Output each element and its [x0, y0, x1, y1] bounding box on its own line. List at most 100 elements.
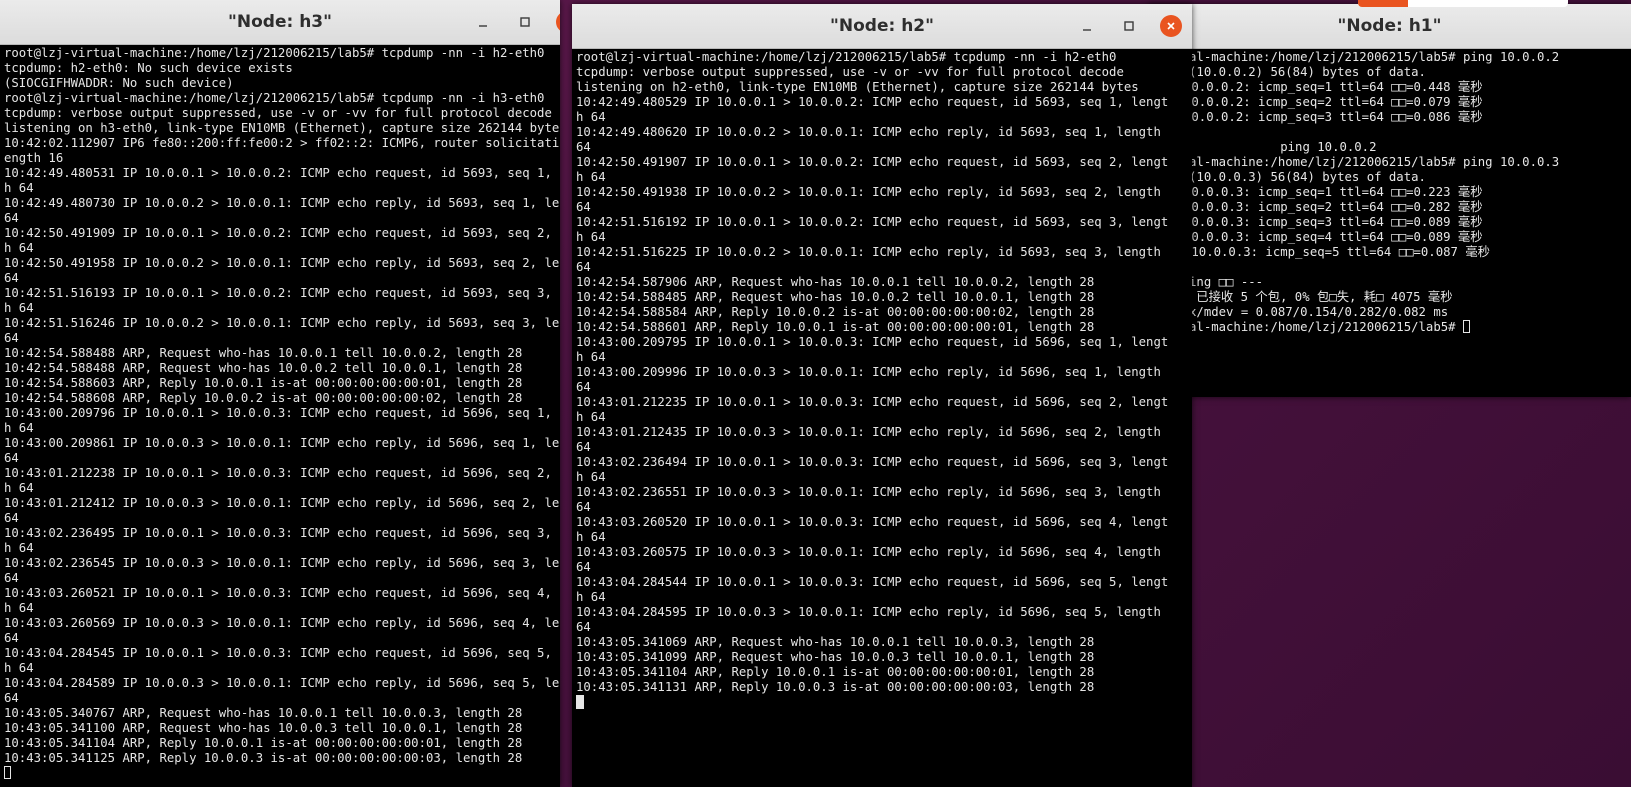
- terminal-line: .0.3 (10.0.0.3) 56(84) bytes of data.: [1152, 170, 1426, 184]
- terminal-line: root@lzj-virtual-machine:/home/lzj/21200…: [4, 46, 545, 60]
- titlebar-h2[interactable]: "Node: h2": [572, 4, 1192, 49]
- terminal-line: virtual-machine:/home/lzj/212006215/lab5…: [1152, 155, 1560, 169]
- terminal-line: 10:43:04.284544 IP 10.0.0.1 > 10.0.0.3: …: [576, 575, 1169, 589]
- terminal-line: 来自 10.0.0.2: icmp_seq=3 ttl=64 □□=0.086 …: [1152, 110, 1483, 124]
- maximize-icon: [1124, 21, 1134, 31]
- terminal-output-h3[interactable]: root@lzj-virtual-machine:/home/lzj/21200…: [4, 46, 560, 787]
- terminal-line: h 64: [576, 230, 606, 244]
- terminal-line: 64: [4, 331, 19, 345]
- terminal-window-h1[interactable]: "Node: h1" virtual-machine:/home/lzj/212…: [1148, 4, 1631, 397]
- terminal-line: 10:42:49.480730 IP 10.0.0.2 > 10.0.0.1: …: [4, 196, 560, 210]
- terminal-line: 10:43:03.260569 IP 10.0.0.3 > 10.0.0.1: …: [4, 616, 560, 630]
- terminal-line: 64: [576, 380, 591, 394]
- terminal-line: 10:43:04.284545 IP 10.0.0.1 > 10.0.0.3: …: [4, 646, 560, 660]
- terminal-line: 10:43:00.209996 IP 10.0.0.3 > 10.0.0.1: …: [576, 365, 1161, 379]
- terminal-line: 10:42:50.491958 IP 10.0.0.2 > 10.0.0.1: …: [4, 256, 560, 270]
- terminal-line: h 64: [4, 181, 34, 195]
- terminal-line: h 64: [576, 590, 606, 604]
- window-title-h2: "Node: h2": [830, 16, 934, 36]
- terminal-line: 10:43:05.341100 ARP, Request who-has 10.…: [4, 721, 523, 735]
- minimize-icon: [479, 25, 487, 27]
- terminal-line: 64: [576, 500, 591, 514]
- terminal-line: 个包， 已接收 5 个包, 0% 包□失, 耗□ 4075 毫秒: [1152, 290, 1453, 304]
- terminal-line: tcpdump: verbose output suppressed, use …: [4, 106, 552, 120]
- terminal-line: 10:43:01.212412 IP 10.0.0.3 > 10.0.0.1: …: [4, 496, 560, 510]
- close-button-h2[interactable]: [1160, 15, 1182, 37]
- terminal-line: 64: [4, 571, 19, 585]
- terminal-line: 64: [4, 511, 19, 525]
- terminal-line: (SIOCGIFHWADDR: No such device): [4, 76, 234, 90]
- terminal-line: h 64: [4, 421, 34, 435]
- terminal-output-h1[interactable]: virtual-machine:/home/lzj/212006215/lab5…: [1152, 50, 1631, 397]
- terminal-line: 10:42:50.491907 IP 10.0.0.1 > 10.0.0.2: …: [576, 155, 1169, 169]
- terminal-line: 10:43:05.341125 ARP, Reply 10.0.0.3 is-a…: [4, 751, 523, 765]
- terminal-line: 10:42:54.588584 ARP, Reply 10.0.0.2 is-a…: [576, 305, 1095, 319]
- terminal-line: 10:42:54.588603 ARP, Reply 10.0.0.1 is-a…: [4, 376, 523, 390]
- h1-window-accent-mark: [1358, 0, 1408, 7]
- terminal-cursor: [4, 766, 11, 779]
- terminal-line: 10:42:49.480531 IP 10.0.0.1 > 10.0.0.2: …: [4, 166, 560, 180]
- terminal-line: 10:43:02.236494 IP 10.0.0.1 > 10.0.0.3: …: [576, 455, 1169, 469]
- terminal-line: 10:43:00.209861 IP 10.0.0.3 > 10.0.0.1: …: [4, 436, 560, 450]
- terminal-line: 10:43:02.236495 IP 10.0.0.1 > 10.0.0.3: …: [4, 526, 560, 540]
- terminal-cursor: [576, 695, 584, 709]
- terminal-line: 10:42:54.588488 ARP, Request who-has 10.…: [4, 346, 523, 360]
- terminal-line: 64: [4, 451, 19, 465]
- terminal-line: 64: [576, 560, 591, 574]
- terminal-line: 10:42:51.516225 IP 10.0.0.2 > 10.0.0.1: …: [576, 245, 1161, 259]
- terminal-line: h 64: [4, 541, 34, 555]
- terminal-window-h2[interactable]: "Node: h2" root@lzj-virtual-machine:/hom…: [572, 4, 1192, 787]
- terminal-line: .0.2 (10.0.0.2) 56(84) bytes of data.: [1152, 65, 1426, 79]
- terminal-line: 10:43:01.212238 IP 10.0.0.1 > 10.0.0.3: …: [4, 466, 560, 480]
- terminal-prompt-line: [576, 695, 1192, 710]
- terminal-line: 64: [576, 440, 591, 454]
- terminal-line: root@lzj-virtual-machine:/home/lzj/21200…: [576, 50, 1117, 64]
- terminal-line: 64: [576, 620, 591, 634]
- terminal-line: 10:42:54.588485 ARP, Request who-has 10.…: [576, 290, 1095, 304]
- terminal-prompt-line: [4, 766, 560, 781]
- terminal-line: 10:43:02.236551 IP 10.0.0.3 > 10.0.0.1: …: [576, 485, 1161, 499]
- terminal-line: 10:42:54.588488 ARP, Request who-has 10.…: [4, 361, 523, 375]
- terminal-line: h 64: [576, 170, 606, 184]
- terminal-line: 10:43:01.212435 IP 10.0.0.3 > 10.0.0.1: …: [576, 425, 1161, 439]
- terminal-line: 10:42:54.588608 ARP, Reply 10.0.0.2 is-a…: [4, 391, 523, 405]
- maximize-button-h2[interactable]: [1118, 15, 1140, 37]
- terminal-line: 10:43:05.341099 ARP, Request who-has 10.…: [576, 650, 1095, 664]
- terminal-line: 10:42:50.491909 IP 10.0.0.1 > 10.0.0.2: …: [4, 226, 560, 240]
- minimize-button-h2[interactable]: [1076, 15, 1098, 37]
- terminal-line: 10:43:00.209795 IP 10.0.0.1 > 10.0.0.3: …: [576, 335, 1169, 349]
- terminal-line: 10:42:50.491938 IP 10.0.0.2 > 10.0.0.1: …: [576, 185, 1161, 199]
- titlebar-h1[interactable]: "Node: h1": [1148, 4, 1631, 49]
- minimize-button-h3[interactable]: [472, 11, 494, 33]
- minimize-icon: [1083, 29, 1091, 31]
- maximize-button-h3[interactable]: [514, 11, 536, 33]
- terminal-window-h3[interactable]: "Node: h3" root@lzj-virtual-machine:/hom…: [0, 0, 560, 787]
- terminal-line: 64: [4, 271, 19, 285]
- terminal-line: h 64: [576, 410, 606, 424]
- terminal-line: 10:42:51.516192 IP 10.0.0.1 > 10.0.0.2: …: [576, 215, 1169, 229]
- terminal-line: 10:42:51.516246 IP 10.0.0.2 > 10.0.0.1: …: [4, 316, 560, 330]
- terminal-line: 来自 10.0.0.3: icmp_seq=1 ttl=64 □□=0.223 …: [1152, 185, 1483, 199]
- terminal-line: 来自 10.0.0.3: icmp_seq=3 ttl=64 □□=0.089 …: [1152, 215, 1483, 229]
- terminal-line: h 64: [4, 241, 34, 255]
- terminal-line: 10:43:04.284589 IP 10.0.0.3 > 10.0.0.1: …: [4, 676, 560, 690]
- close-button-h3[interactable]: [556, 11, 560, 33]
- terminal-line: 10:43:02.236545 IP 10.0.0.3 > 10.0.0.1: …: [4, 556, 560, 570]
- terminal-line: 10:43:05.341131 ARP, Reply 10.0.0.3 is-a…: [576, 680, 1095, 694]
- terminal-line: 10:43:05.341104 ARP, Reply 10.0.0.1 is-a…: [576, 665, 1095, 679]
- terminal-line: 10:43:03.260520 IP 10.0.0.1 > 10.0.0.3: …: [576, 515, 1169, 529]
- terminal-line: 10:43:05.341069 ARP, Request who-has 10.…: [576, 635, 1095, 649]
- terminal-line: 64: [576, 140, 591, 154]
- terminal-line: h 64: [576, 110, 606, 124]
- window-title-h1: "Node: h1": [1337, 16, 1442, 36]
- terminal-output-h2[interactable]: root@lzj-virtual-machine:/home/lzj/21200…: [576, 50, 1192, 787]
- terminal-line: 10:43:04.284595 IP 10.0.0.3 > 10.0.0.1: …: [576, 605, 1161, 619]
- titlebar-h3[interactable]: "Node: h3": [0, 0, 560, 45]
- terminal-line: 64: [576, 200, 591, 214]
- terminal-line: h 64: [4, 601, 34, 615]
- terminal-line: h 64: [4, 481, 34, 495]
- terminal-cursor: [1462, 320, 1470, 333]
- terminal-line: h 64: [4, 661, 34, 675]
